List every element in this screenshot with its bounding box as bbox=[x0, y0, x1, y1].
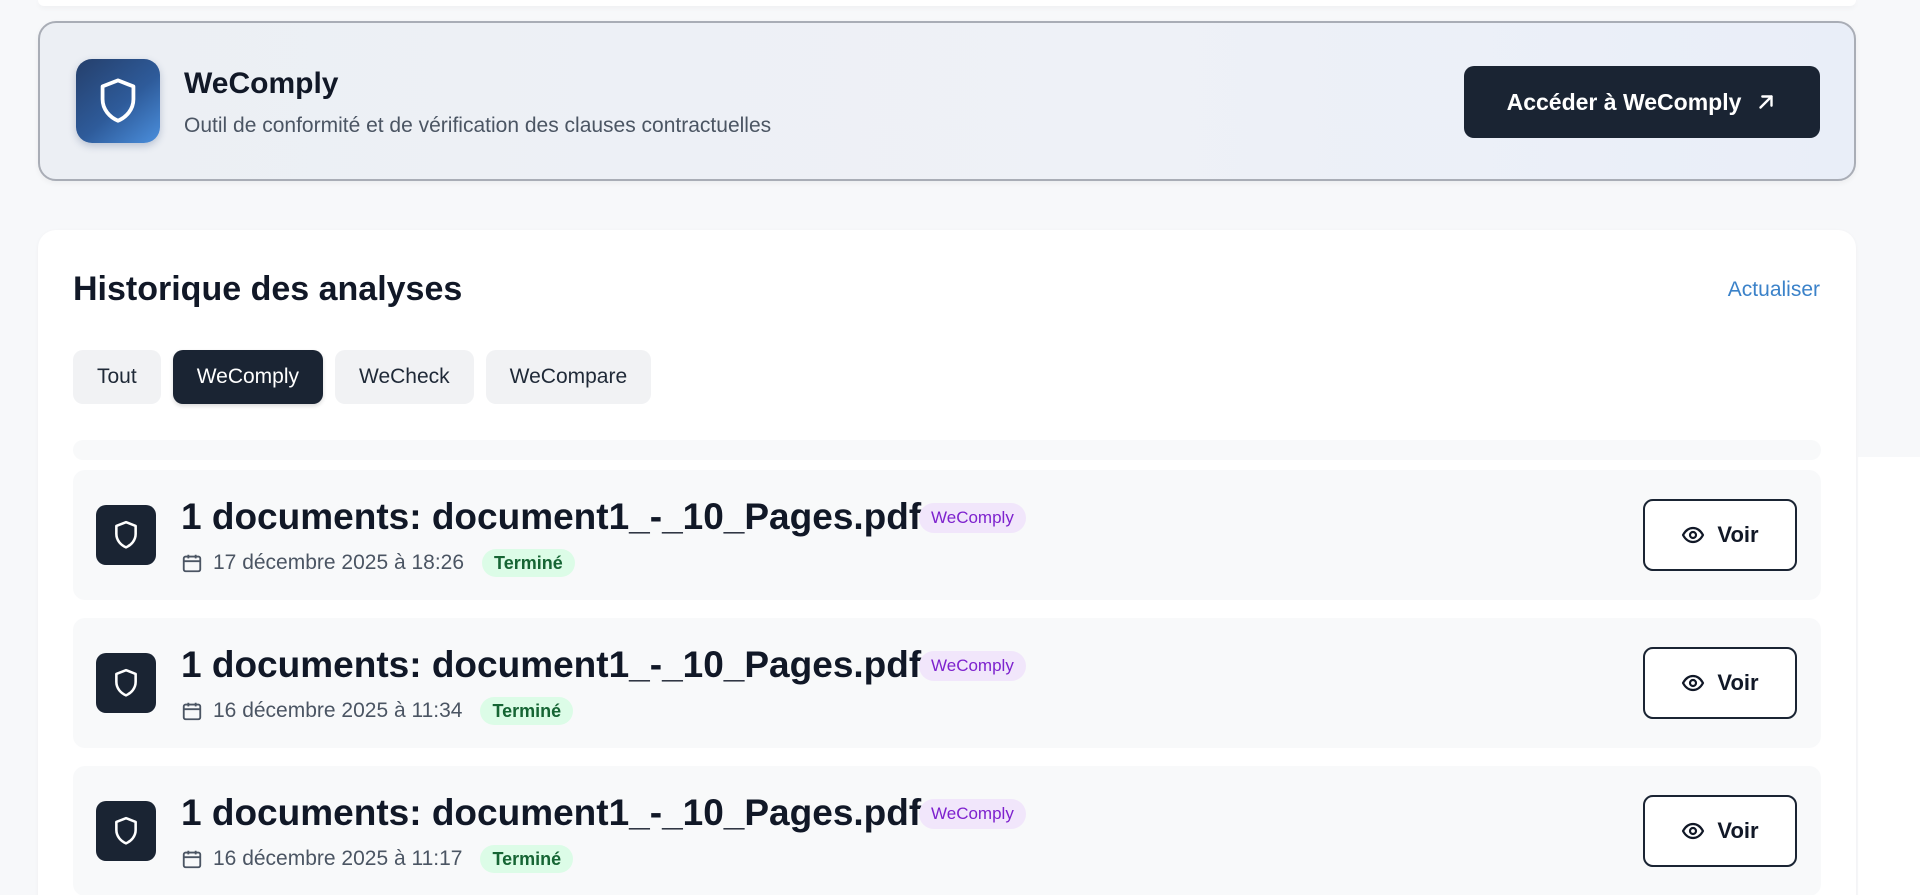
status-badge: Terminé bbox=[480, 697, 574, 725]
status-badge: Terminé bbox=[482, 549, 575, 577]
row-title: 1 documents: document1_-_10_Pages.pdf bbox=[181, 644, 922, 685]
shield-icon bbox=[115, 520, 137, 549]
calendar-icon bbox=[182, 850, 202, 869]
tool-title: WeComply bbox=[184, 67, 339, 100]
row-meta: 16 décembre 2025 à 11:17 Terminé bbox=[181, 844, 574, 874]
tool-logo bbox=[76, 59, 160, 143]
view-button[interactable]: Voir bbox=[1643, 647, 1797, 719]
row-tool-icon bbox=[96, 505, 156, 565]
row-tool-icon bbox=[96, 801, 156, 861]
page: WeComply Outil de conformité et de vérif… bbox=[0, 0, 1920, 895]
history-row: 1 documents: document1_-_10_Pages.pdf We… bbox=[73, 618, 1821, 748]
status-badge: Terminé bbox=[480, 845, 574, 873]
history-row: 1 documents: document1_-_10_Pages.pdf We… bbox=[73, 766, 1821, 895]
shield-icon bbox=[115, 816, 137, 845]
filter-tab-all[interactable]: Tout bbox=[73, 350, 161, 404]
previous-card-edge bbox=[38, 0, 1856, 6]
view-button[interactable]: Voir bbox=[1643, 499, 1797, 571]
eye-icon bbox=[1682, 674, 1705, 692]
history-row: 1 documents: document1_-_10_Pages.pdf We… bbox=[73, 470, 1821, 600]
shield-icon bbox=[115, 668, 137, 697]
right-gutter bbox=[1858, 457, 1920, 895]
tool-badge: WeComply bbox=[919, 503, 1026, 533]
view-button-label: Voir bbox=[1717, 818, 1759, 843]
row-date: 17 décembre 2025 à 18:26 bbox=[213, 551, 465, 574]
access-button-label: Accéder à WeComply bbox=[1506, 88, 1742, 115]
filter-tab-wecompare[interactable]: WeCompare bbox=[485, 350, 652, 404]
access-wecomply-button[interactable]: Accéder à WeComply bbox=[1464, 66, 1820, 138]
eye-icon bbox=[1682, 526, 1705, 544]
filter-tab-wecomply[interactable]: WeComply bbox=[172, 350, 324, 404]
row-meta: 16 décembre 2025 à 11:34 Terminé bbox=[181, 696, 574, 726]
row-title: 1 documents: document1_-_10_Pages.pdf bbox=[181, 792, 922, 833]
tool-badge: WeComply bbox=[919, 651, 1026, 681]
refresh-link[interactable]: Actualiser bbox=[1728, 278, 1820, 302]
eye-icon bbox=[1682, 822, 1705, 840]
view-button[interactable]: Voir bbox=[1643, 795, 1797, 867]
view-button-label: Voir bbox=[1717, 670, 1759, 695]
tool-badge: WeComply bbox=[919, 799, 1026, 829]
arrow-up-right-icon bbox=[1759, 95, 1774, 109]
view-button-label: Voir bbox=[1717, 522, 1759, 547]
list-scroll-edge bbox=[73, 440, 1821, 460]
row-tool-icon bbox=[96, 653, 156, 713]
filter-tabs: Tout WeComply WeCheck WeCompare bbox=[73, 350, 652, 404]
row-date: 16 décembre 2025 à 11:34 bbox=[213, 699, 463, 722]
filter-tab-wecheck[interactable]: WeCheck bbox=[335, 350, 474, 404]
wecomply-tool-card: WeComply Outil de conformité et de vérif… bbox=[38, 21, 1856, 181]
row-meta: 17 décembre 2025 à 18:26 Terminé bbox=[181, 548, 575, 578]
row-title: 1 documents: document1_-_10_Pages.pdf bbox=[181, 496, 922, 537]
analysis-history-card: Historique des analyses Actualiser Tout … bbox=[38, 230, 1856, 895]
history-title: Historique des analyses bbox=[73, 270, 463, 308]
row-date: 16 décembre 2025 à 11:17 bbox=[213, 847, 463, 870]
calendar-icon bbox=[182, 554, 202, 573]
calendar-icon bbox=[182, 702, 202, 721]
tool-subtitle: Outil de conformité et de vérification d… bbox=[184, 114, 772, 137]
shield-icon bbox=[100, 78, 136, 123]
